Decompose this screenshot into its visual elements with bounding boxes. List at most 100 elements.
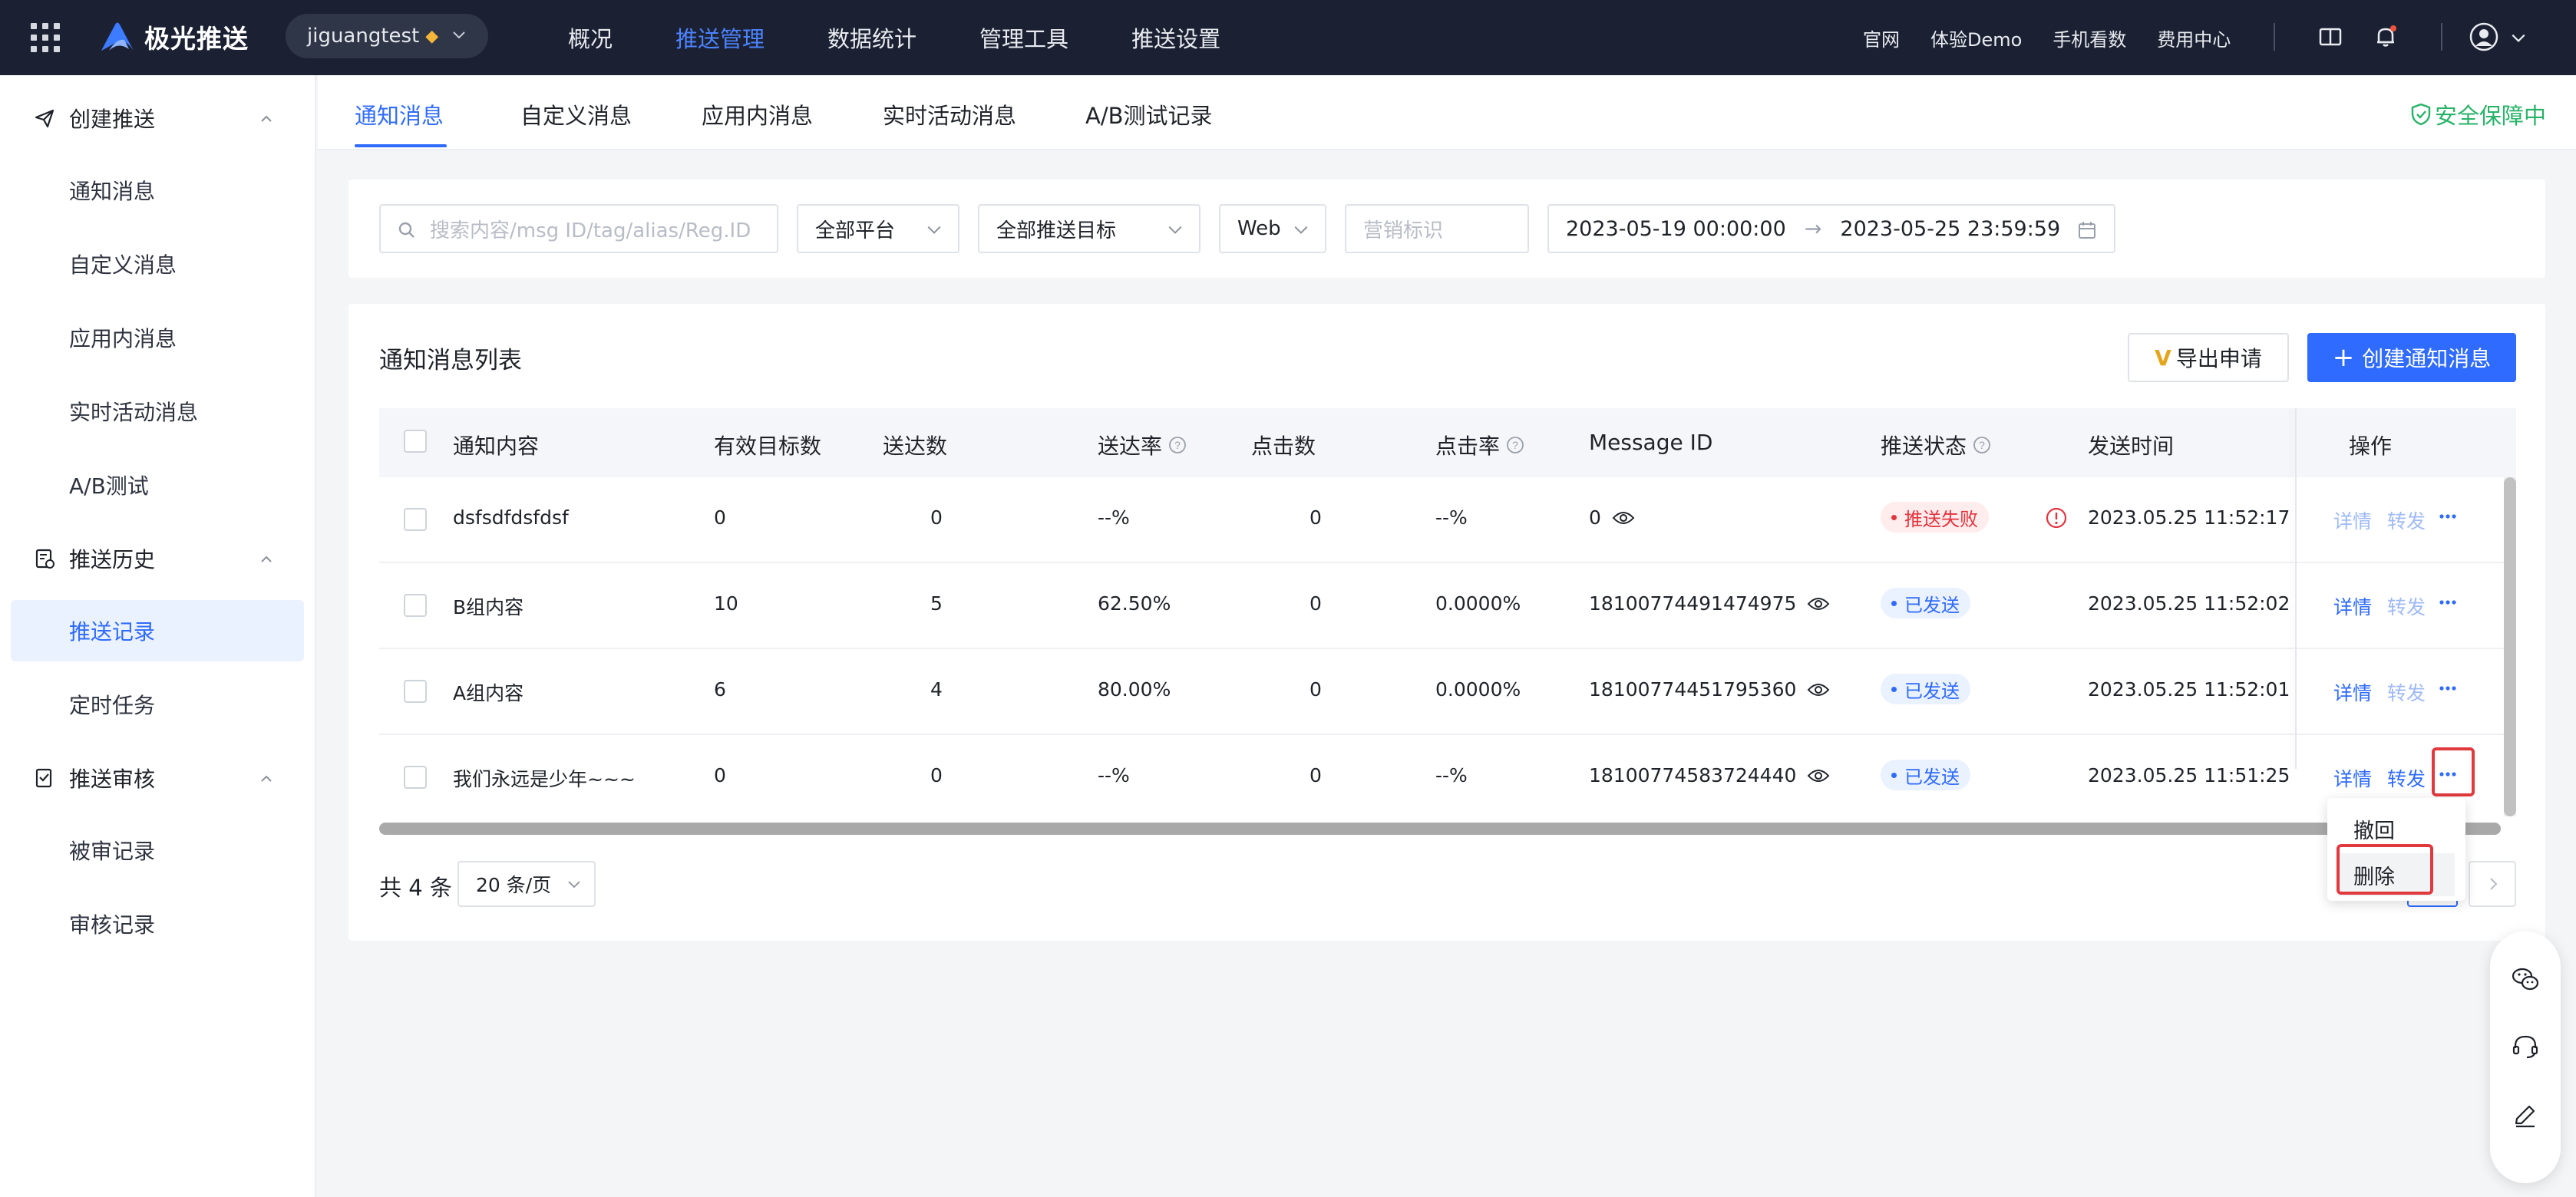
- sidebar-item-scheduled-tasks[interactable]: 定时任务: [11, 674, 304, 735]
- status-dot: [1891, 600, 1897, 606]
- detail-link[interactable]: 详情: [2333, 506, 2372, 534]
- link-billing[interactable]: 费用中心: [2157, 25, 2231, 51]
- chevron-down-icon[interactable]: [2510, 29, 2527, 46]
- date-range-picker[interactable]: 2023-05-19 00:00:00 → 2023-05-25 23:59:5…: [1547, 204, 2115, 253]
- brand-logo[interactable]: 极光推送: [98, 18, 249, 55]
- link-mobile-view[interactable]: 手机看数: [2053, 25, 2126, 51]
- search-input[interactable]: 搜索内容/msg ID/tag/alias/Reg.ID: [379, 204, 778, 253]
- help-icon[interactable]: ?: [1973, 436, 1991, 454]
- nav-overview[interactable]: 概况: [568, 21, 613, 54]
- date-end[interactable]: 2023-05-25 23:59:59: [1840, 217, 2060, 241]
- eye-icon[interactable]: [1807, 596, 1830, 612]
- sidebar-item-live-activity[interactable]: 实时活动消息: [11, 381, 304, 442]
- date-range-arrow: →: [1804, 216, 1822, 241]
- vertical-scrollbar[interactable]: [2504, 477, 2516, 816]
- chevron-down-icon: [1168, 226, 1182, 234]
- sidebar-item-notification[interactable]: 通知消息: [11, 160, 304, 221]
- export-request-button[interactable]: V 导出申请: [2128, 333, 2289, 382]
- search-icon: [398, 222, 414, 238]
- marketing-tag-input[interactable]: 营销标识: [1345, 204, 1529, 253]
- row-checkbox[interactable]: [404, 766, 427, 789]
- error-info-icon[interactable]: [2045, 506, 2068, 529]
- date-start[interactable]: 2023-05-19 00:00:00: [1566, 217, 1786, 241]
- nav-statistics[interactable]: 数据统计: [827, 21, 916, 54]
- channel-select[interactable]: Web: [1219, 204, 1326, 253]
- chevron-down-icon: [568, 881, 580, 889]
- target-select[interactable]: 全部推送目标: [978, 204, 1200, 253]
- brand-name: 极光推送: [144, 24, 249, 54]
- forward-link[interactable]: 转发: [2387, 678, 2426, 706]
- select-all-checkbox[interactable]: [404, 430, 427, 453]
- row-checkbox[interactable]: [404, 680, 427, 703]
- detail-link[interactable]: 详情: [2333, 764, 2372, 792]
- row-checkbox[interactable]: [404, 594, 427, 617]
- detail-link[interactable]: 详情: [2333, 678, 2372, 706]
- sidebar-group-label: 推送历史: [69, 547, 156, 572]
- message-id-value: 18100774491474975: [1589, 592, 1797, 615]
- more-icon[interactable]: [2432, 586, 2464, 618]
- cell-content: 我们永远是少年~~~: [453, 768, 636, 790]
- cell-click-rate: 0.0000%: [1435, 678, 1521, 701]
- eye-icon[interactable]: [1612, 510, 1635, 526]
- sidebar-group-label: 创建推送: [69, 107, 156, 132]
- message-id-value: 18100774583724440: [1589, 764, 1797, 786]
- create-notification-button[interactable]: + 创建通知消息: [2307, 333, 2516, 382]
- security-badge[interactable]: 安全保障中: [2410, 98, 2546, 130]
- help-icon[interactable]: ?: [1168, 436, 1187, 454]
- app-grid-icon[interactable]: [31, 23, 60, 52]
- forward-link[interactable]: 转发: [2387, 506, 2426, 534]
- help-icon[interactable]: ?: [1506, 436, 1524, 454]
- chevron-up-icon: [261, 775, 272, 782]
- nav-tools[interactable]: 管理工具: [979, 21, 1068, 54]
- book-icon[interactable]: [2317, 23, 2344, 51]
- sidebar-group-history[interactable]: 推送历史: [0, 531, 316, 586]
- target-value: 全部推送目标: [996, 219, 1117, 242]
- forward-link[interactable]: 转发: [2387, 764, 2426, 792]
- bell-icon[interactable]: [2372, 23, 2399, 51]
- eye-icon[interactable]: [1807, 682, 1830, 697]
- sidebar-item-audit-records[interactable]: 审核记录: [11, 893, 304, 955]
- page-next-button[interactable]: [2469, 861, 2516, 907]
- sidebar-item-ab-test[interactable]: A/B测试: [11, 454, 304, 516]
- horizontal-scrollbar[interactable]: [379, 823, 2501, 835]
- cell-send-time: 2023.05.25 11:52:01: [2088, 678, 2290, 701]
- sidebar-group-create[interactable]: 创建推送: [0, 91, 316, 146]
- tab-notification[interactable]: 通知消息: [355, 98, 444, 130]
- svg-text:?: ?: [1512, 439, 1518, 451]
- edit-feedback-icon[interactable]: [2510, 1100, 2541, 1131]
- sidebar-item-custom-message[interactable]: 自定义消息: [11, 233, 304, 295]
- col-delivery-rate: 送达率 ?: [1098, 430, 1187, 460]
- eye-icon[interactable]: [1807, 768, 1830, 783]
- platform-select[interactable]: 全部平台: [797, 204, 959, 253]
- sidebar-item-push-records[interactable]: 推送记录: [11, 600, 304, 661]
- chevron-down-icon: [1294, 226, 1308, 234]
- more-icon[interactable]: [2432, 500, 2464, 533]
- wechat-icon[interactable]: [2510, 964, 2541, 994]
- row-checkbox[interactable]: [404, 508, 427, 531]
- cell-clicks: 0: [1309, 506, 1322, 529]
- page-size-select[interactable]: 20 条/页: [457, 861, 596, 907]
- more-icon[interactable]: [2432, 672, 2464, 704]
- nav-push-settings[interactable]: 推送设置: [1131, 21, 1220, 54]
- tab-ab-test-records[interactable]: A/B测试记录: [1085, 98, 1213, 130]
- nav-push-management[interactable]: 推送管理: [675, 21, 765, 54]
- link-official-site[interactable]: 官网: [1863, 25, 1900, 51]
- tab-live-activity[interactable]: 实时活动消息: [883, 98, 1016, 130]
- cell-clicks: 0: [1309, 592, 1322, 615]
- customer-service-icon[interactable]: [2510, 1031, 2541, 1062]
- user-avatar-icon[interactable]: [2469, 21, 2499, 52]
- send-icon: [35, 109, 54, 128]
- sidebar-item-in-app-message[interactable]: 应用内消息: [11, 307, 304, 368]
- platform-value: 全部平台: [815, 219, 896, 242]
- col-delivered: 送达数: [883, 434, 948, 459]
- forward-link[interactable]: 转发: [2387, 592, 2426, 620]
- sidebar-item-reviewed-records[interactable]: 被审记录: [11, 819, 304, 881]
- active-tab-indicator: [355, 144, 447, 147]
- col-targets: 有效目标数: [714, 434, 822, 459]
- tab-in-app-message[interactable]: 应用内消息: [702, 98, 813, 130]
- detail-link[interactable]: 详情: [2333, 592, 2372, 620]
- link-demo[interactable]: 体验Demo: [1930, 25, 2022, 51]
- tab-custom-message[interactable]: 自定义消息: [520, 98, 632, 130]
- sidebar-group-review[interactable]: 推送审核: [0, 750, 316, 806]
- app-selector[interactable]: jiguangtest ◆: [286, 14, 488, 58]
